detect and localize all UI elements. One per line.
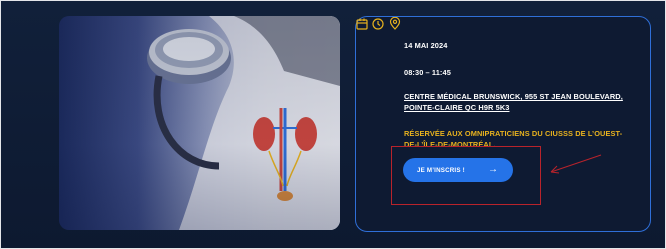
event-time: 08:30 – 11:45	[404, 68, 451, 77]
event-hero-image	[59, 16, 340, 230]
calendar-icon	[356, 18, 368, 30]
event-address-line1[interactable]: CENTRE MÉDICAL BRUNSWICK, 955 ST JEAN BO…	[404, 92, 623, 102]
image-overlay	[59, 16, 340, 230]
event-date: 14 MAI 2024	[404, 41, 448, 50]
map-pin-icon	[389, 16, 401, 30]
eligibility-note-line1: RÉSERVÉE AUX OMNIPRATICIENS DU CIUSSS DE…	[404, 129, 623, 138]
event-address-line2[interactable]: POINTE-CLAIRE QC H9R 5K3	[404, 103, 509, 113]
highlight-annotation-box	[391, 146, 541, 205]
annotation-arrow-icon	[550, 154, 602, 174]
clock-icon	[372, 18, 385, 30]
